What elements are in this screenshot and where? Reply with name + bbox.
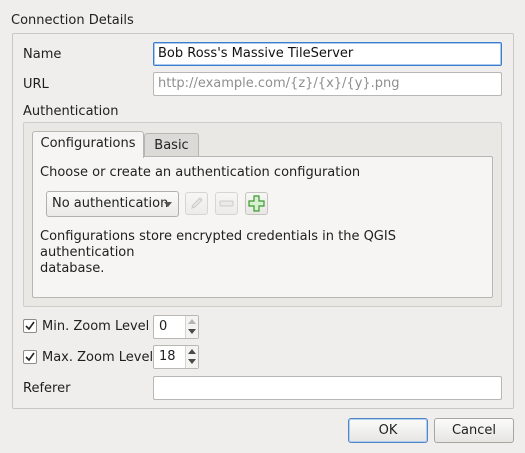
- add-config-button[interactable]: [245, 192, 268, 215]
- cancel-button[interactable]: Cancel: [434, 418, 514, 443]
- max-zoom-spinbox[interactable]: 18: [153, 345, 199, 369]
- min-zoom-value: 0: [159, 319, 168, 334]
- auth-description-line-2: database.: [40, 261, 105, 276]
- max-zoom-stepper[interactable]: [185, 346, 198, 368]
- tab-configurations[interactable]: Configurations: [32, 131, 144, 158]
- authentication-label: Authentication: [23, 104, 119, 119]
- url-input[interactable]: http://example.com/{z}/{x}/{y}.png: [153, 72, 502, 96]
- auth-description-line-1: Configurations store encrypted credentia…: [40, 229, 396, 260]
- chevron-down-icon: [164, 202, 172, 207]
- name-label: Name: [23, 47, 62, 62]
- name-input[interactable]: Bob Ross's Massive TileServer: [153, 42, 502, 66]
- min-zoom-checkbox[interactable]: [23, 319, 37, 333]
- add-plus-icon: [248, 195, 265, 212]
- max-zoom-label: Max. Zoom Level: [42, 350, 154, 365]
- auth-config-select[interactable]: No authentication: [46, 191, 179, 217]
- url-label: URL: [23, 77, 49, 92]
- connection-details-title: Connection Details: [11, 13, 134, 28]
- max-zoom-checkbox[interactable]: [23, 350, 37, 364]
- edit-pencil-icon: [191, 197, 203, 209]
- spin-down-icon[interactable]: [188, 359, 196, 364]
- min-zoom-label: Min. Zoom Level: [42, 319, 150, 334]
- auth-description: Configurations store encrypted credentia…: [40, 229, 480, 277]
- ok-button[interactable]: OK: [348, 418, 428, 443]
- spin-down-icon[interactable]: [188, 329, 196, 334]
- max-zoom-value: 18: [159, 349, 176, 364]
- remove-config-button[interactable]: [215, 192, 238, 215]
- checkmark-icon: [25, 321, 35, 331]
- remove-minus-icon: [219, 200, 234, 207]
- auth-config-selected-value: No authentication: [52, 196, 169, 211]
- checkmark-icon: [25, 352, 35, 362]
- min-zoom-spinbox[interactable]: 0: [153, 315, 199, 339]
- spin-up-icon[interactable]: [188, 349, 196, 354]
- min-zoom-stepper[interactable]: [185, 316, 198, 338]
- edit-config-button[interactable]: [185, 192, 208, 215]
- referer-input[interactable]: [153, 376, 502, 400]
- auth-config-prompt: Choose or create an authentication confi…: [40, 165, 361, 180]
- tab-basic[interactable]: Basic: [144, 133, 199, 158]
- spin-up-icon[interactable]: [188, 319, 196, 324]
- referer-label: Referer: [23, 381, 71, 396]
